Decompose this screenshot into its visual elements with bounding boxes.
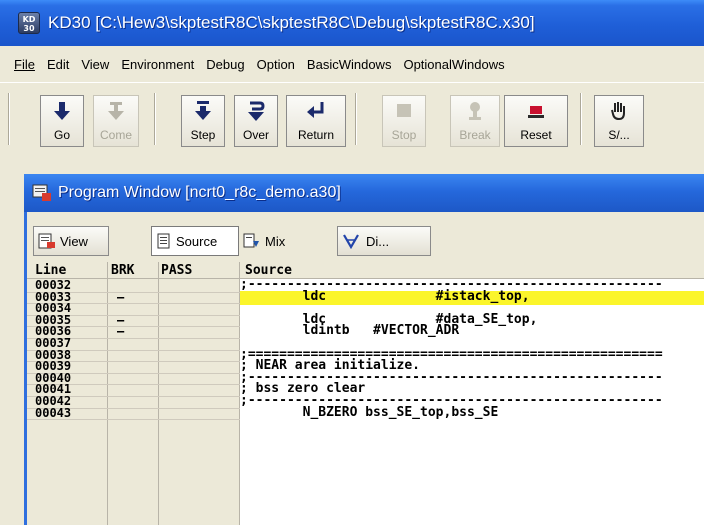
brk-cell[interactable]: – <box>117 290 124 304</box>
program-window-icon <box>32 184 52 202</box>
source-icon <box>157 233 170 249</box>
debug-toolbar: Go Come Step Over Return Stop Break Rese… <box>0 82 704 162</box>
come-button[interactable]: Come <box>93 95 139 147</box>
menu-debug[interactable]: Debug <box>206 57 244 72</box>
menu-edit[interactable]: Edit <box>47 57 69 72</box>
menu-view[interactable]: View <box>81 57 109 72</box>
toolbar-separator <box>8 93 10 145</box>
over-icon <box>248 101 265 121</box>
come-button-label: Come <box>99 128 132 142</box>
view-button[interactable]: View <box>33 226 109 256</box>
kd30-app-icon: KD 30 <box>18 12 40 34</box>
sync-button[interactable]: S/... <box>594 95 644 147</box>
hand-pointer-icon <box>611 102 625 121</box>
column-header-pass[interactable]: PASS <box>161 263 192 278</box>
column-header-brk[interactable]: BRK <box>111 263 134 278</box>
mix-button-label: Mix <box>265 233 286 249</box>
reset-button[interactable]: Reset <box>504 95 568 147</box>
step-button[interactable]: Step <box>181 95 225 147</box>
app-icon-text-top: KD <box>22 15 36 24</box>
step-button-label: Step <box>190 128 216 142</box>
menu-debug-label: Debug <box>206 56 245 72</box>
return-button[interactable]: Return <box>286 95 346 147</box>
reset-icon <box>528 106 544 118</box>
menu-environment-label: Environment <box>121 56 195 72</box>
menu-view-label: View <box>81 56 110 72</box>
stop-button-label: Stop <box>391 128 417 142</box>
window-title: KD30 [C:\Hew3\skptestR8C\skptestR8C\Debu… <box>48 13 535 32</box>
column-header-source[interactable]: Source <box>245 263 292 278</box>
line-number: 00043 <box>35 405 72 420</box>
menu-basicwindows-label: BasicWindows <box>306 56 392 72</box>
go-button-label: Go <box>53 128 70 142</box>
toolbar-separator <box>154 93 156 145</box>
column-header-line[interactable]: Line <box>35 263 66 278</box>
source-code-text: ldc #istack_top, <box>240 288 530 304</box>
come-icon <box>108 102 124 120</box>
menu-edit-label: Edit <box>46 56 70 72</box>
menu-optionalwindows-label: OptionalWindows <box>403 56 505 72</box>
view-button-label: View <box>60 233 88 249</box>
reset-button-label: Reset <box>520 128 552 142</box>
table-row[interactable]: 00040 ;----------------------------------… <box>27 370 704 384</box>
break-button[interactable]: Break <box>450 95 500 147</box>
menu-environment[interactable]: Environment <box>121 57 194 72</box>
stop-button[interactable]: Stop <box>382 95 426 147</box>
row-divider <box>27 419 240 421</box>
break-button-label: Break <box>459 128 491 142</box>
return-button-label: Return <box>297 128 335 142</box>
program-window-icon-graphic <box>32 184 51 201</box>
disasm-icon <box>343 234 359 249</box>
table-row[interactable]: 00033– ldc #istack_top, <box>27 288 704 304</box>
menu-option[interactable]: Option <box>257 57 295 72</box>
table-row[interactable]: 00036– ldintb #VECTOR_ADR <box>27 323 704 339</box>
program-window-toolbar: View Source Mix Di... <box>27 212 704 262</box>
stop-icon <box>397 104 411 117</box>
menu-file-label: File <box>14 56 35 72</box>
menu-file[interactable]: File <box>14 57 35 72</box>
return-icon <box>307 102 324 118</box>
over-button[interactable]: Over <box>234 95 278 147</box>
disasm-button-label: Di... <box>366 233 390 249</box>
source-button[interactable]: Source <box>151 226 239 256</box>
program-window: View Source Mix Di... Line BRK PASS Sour… <box>24 212 704 525</box>
step-icon <box>195 101 211 120</box>
menu-bar: File Edit View Environment Debug Option … <box>0 46 704 82</box>
window-title-bar[interactable]: KD 30 KD30 [C:\Hew3\skptestR8C\skptestR8… <box>0 0 704 46</box>
sync-button-label: S/... <box>608 128 630 142</box>
break-icon <box>469 102 481 120</box>
go-button[interactable]: Go <box>40 95 84 147</box>
menu-optionalwindows[interactable]: OptionalWindows <box>403 57 504 72</box>
go-arrow-icon <box>54 102 70 120</box>
menu-basicwindows[interactable]: BasicWindows <box>307 57 392 72</box>
toolbar-separator <box>355 93 357 145</box>
source-grid[interactable]: Line BRK PASS Source 00032 ;-------------… <box>27 262 704 525</box>
source-code-text: N_BZERO bss_SE_top,bss_SE <box>240 404 499 420</box>
mix-icon <box>243 233 259 248</box>
table-row[interactable]: 00043 N_BZERO bss_SE_top,bss_SE <box>27 404 704 420</box>
toolbar-separator <box>580 93 582 145</box>
mix-button[interactable]: Mix <box>239 226 327 256</box>
app-icon-text-bottom: 30 <box>23 24 35 33</box>
program-window-title: Program Window [ncrt0_r8c_demo.a30] <box>58 184 341 201</box>
over-button-label: Over <box>242 128 269 142</box>
source-button-label: Source <box>176 233 218 249</box>
program-window-title-bar[interactable]: Program Window [ncrt0_r8c_demo.a30] <box>24 174 704 212</box>
disasm-button[interactable]: Di... <box>337 226 431 256</box>
brk-cell[interactable]: – <box>117 325 124 338</box>
view-icon <box>38 233 55 249</box>
menu-option-label: Option <box>256 56 295 72</box>
source-code-text: ldintb #VECTOR_ADR <box>240 323 460 339</box>
